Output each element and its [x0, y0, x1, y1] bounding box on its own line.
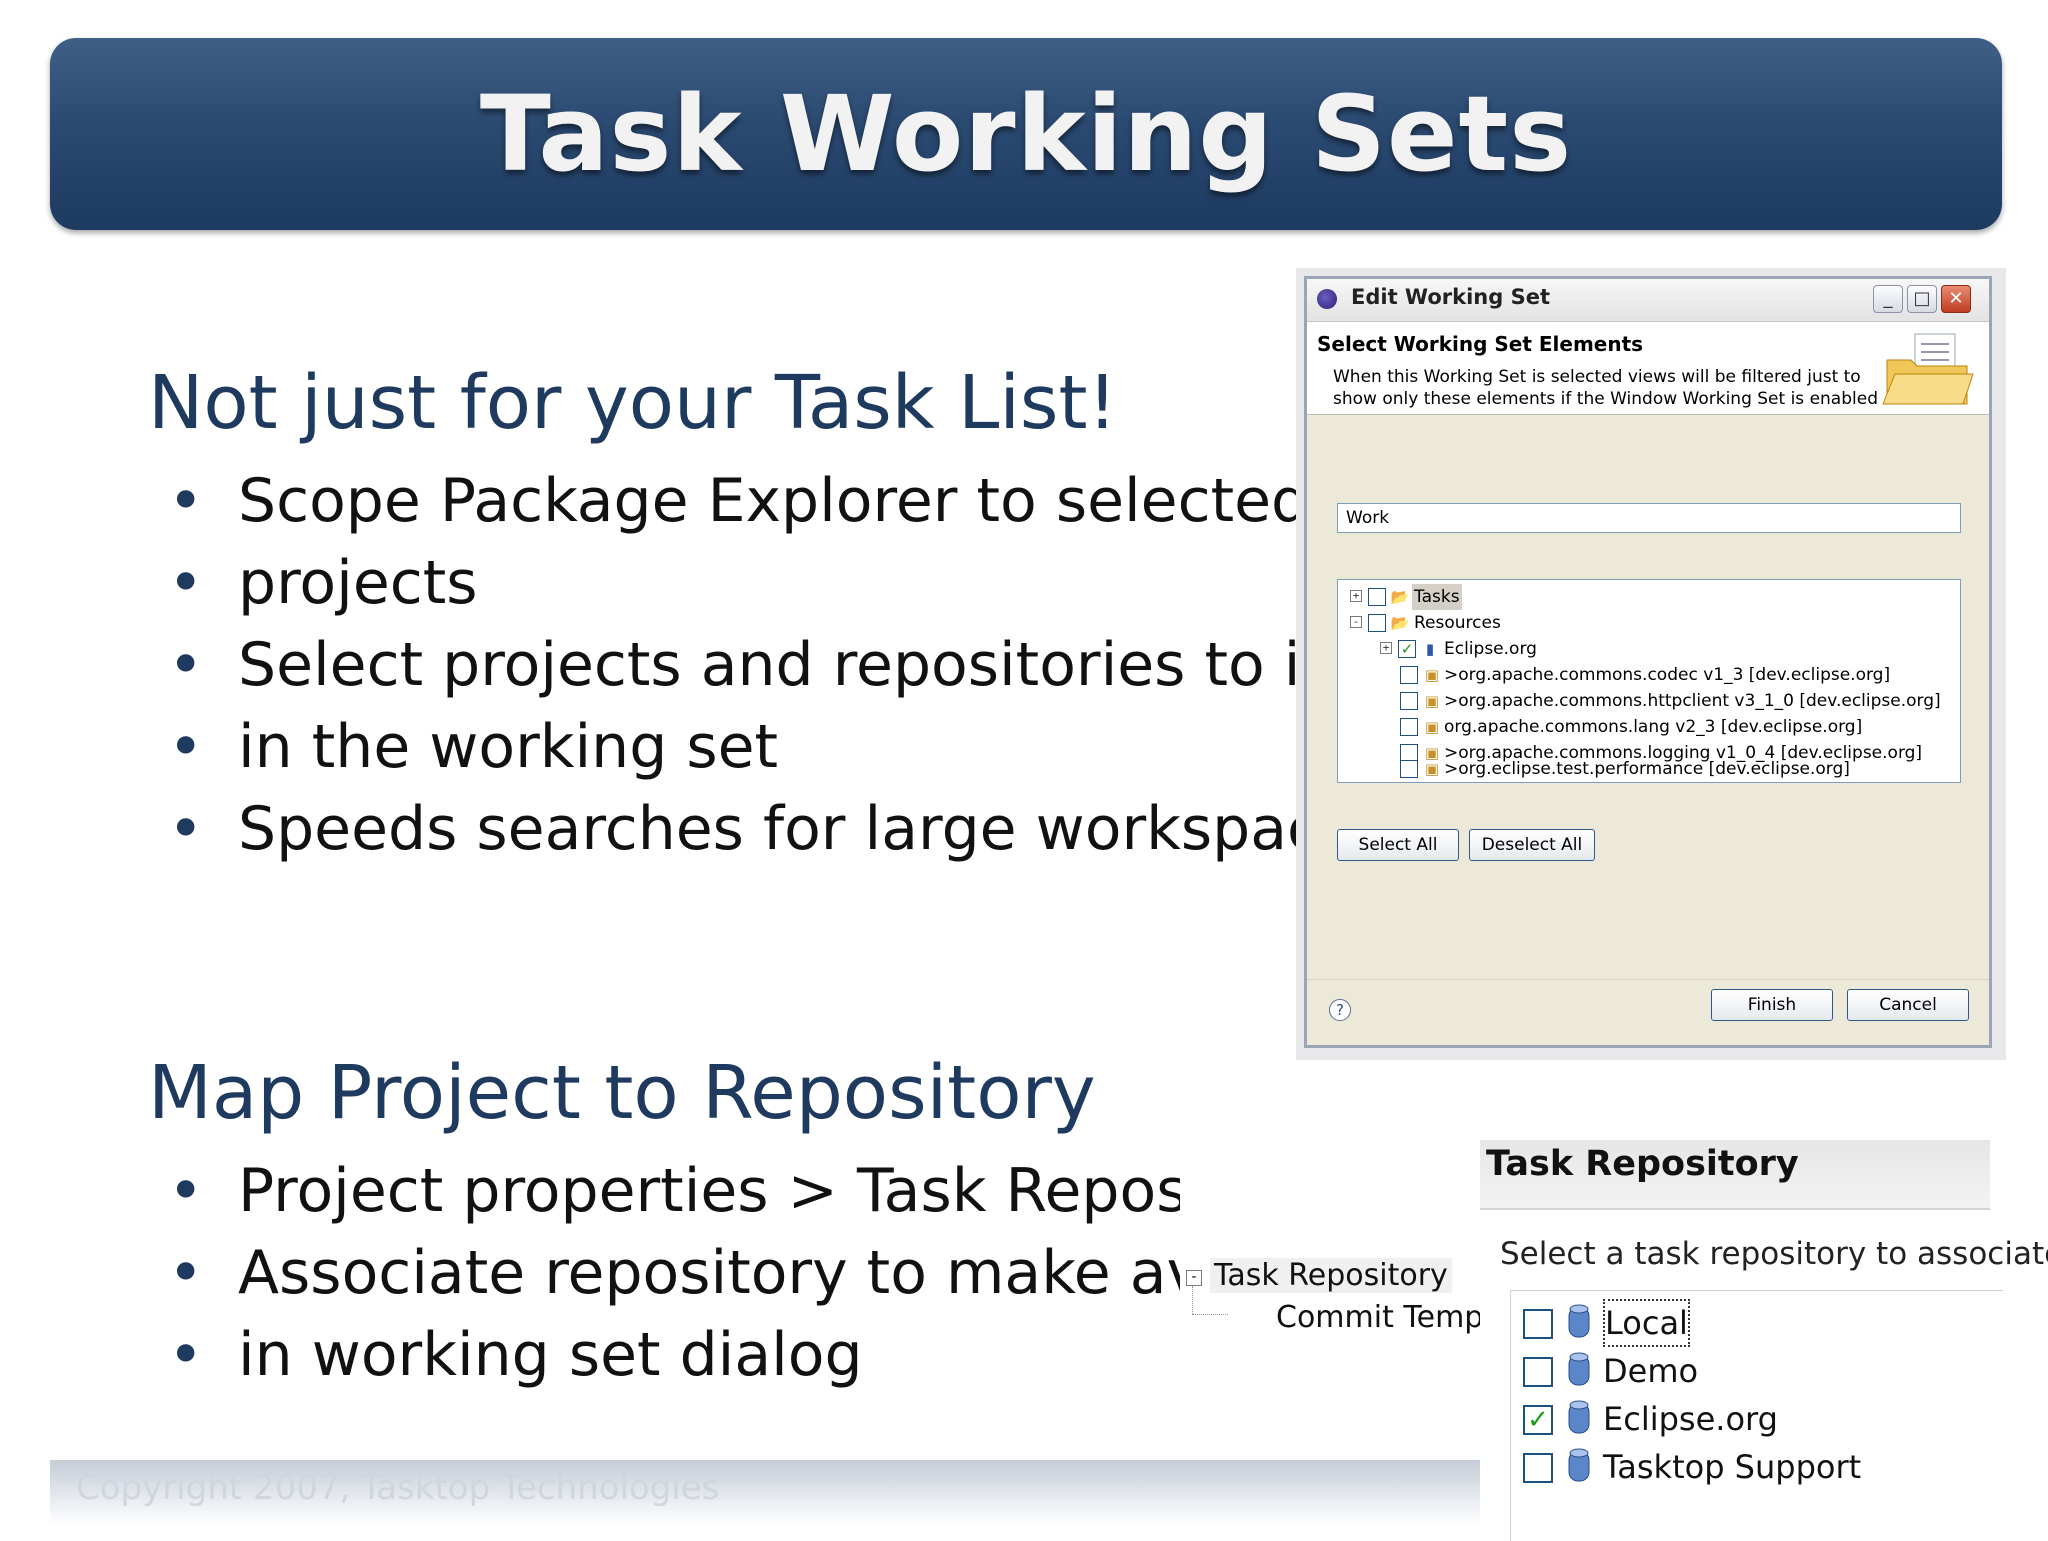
repository-row-demo[interactable]: Demo	[1511, 1347, 1991, 1395]
minimize-icon[interactable]: _	[1873, 285, 1903, 313]
repository-checkbox-checked[interactable]: ✓	[1523, 1405, 1553, 1435]
repository-icon	[1568, 1400, 1590, 1434]
repository-checkbox[interactable]	[1523, 1453, 1553, 1483]
repository-panel-description: Select a task repository to associate	[1500, 1236, 2048, 1272]
bullet-item: Scope Package Explorer to selected	[168, 460, 1300, 542]
deselect-all-button[interactable]: Deselect All	[1469, 829, 1595, 861]
repository-list[interactable]: Local Demo ✓ Eclipse.org Tasktop Support	[1510, 1290, 2003, 1541]
eclipse-icon	[1317, 289, 1337, 309]
tree-checkbox[interactable]	[1368, 614, 1386, 632]
edit-working-set-dialog: Edit Working Set _ □ ✕ Select Working Se…	[1304, 276, 1992, 1048]
working-set-contents-tree[interactable]: + 📂 Tasks - 📂 Resources + ✓ ▮ Eclipse.or…	[1337, 579, 1961, 783]
tree-checkbox[interactable]	[1400, 718, 1418, 736]
dialog-header: Select Working Set Elements When this Wo…	[1307, 322, 1989, 415]
tree-label: Resources	[1414, 613, 1501, 633]
repository-panel-header: Task Repository	[1480, 1140, 1990, 1210]
tree-label: org.apache.commons.lang v2_3 [dev.eclips…	[1444, 717, 1863, 737]
tree-checkbox[interactable]	[1400, 666, 1418, 684]
repository-checkbox[interactable]	[1523, 1309, 1553, 1339]
section-bullets-clip: Project properties > Task Repository Ass…	[150, 1150, 1180, 1420]
tree-label: >org.apache.commons.codec v1_3 [dev.ecli…	[1444, 665, 1891, 685]
collapse-icon[interactable]: -	[1186, 1270, 1202, 1286]
section-heading-map-project: Map Project to Repository	[148, 1050, 1096, 1136]
tree-checkbox-checked[interactable]: ✓	[1398, 640, 1416, 658]
repository-row-eclipse-org[interactable]: ✓ Eclipse.org	[1511, 1395, 1991, 1443]
working-set-icon: 📂	[1390, 588, 1410, 606]
bullet-continuation-text: projects	[238, 548, 478, 618]
properties-tree: - Task Repository Commit Template	[1180, 1250, 1540, 1340]
maximize-icon[interactable]: □	[1907, 285, 1937, 313]
repository-label: Tasktop Support	[1603, 1448, 1862, 1486]
tree-label: >org.apache.commons.httpclient v3_1_0 [d…	[1444, 691, 1941, 711]
repository-icon	[1568, 1304, 1590, 1338]
project-icon: ▣	[1424, 718, 1440, 736]
section-heading-working-sets: Not just for your Task List!	[148, 360, 1118, 446]
repository-icon	[1568, 1448, 1590, 1482]
tree-row-project[interactable]: ▣ >org.eclipse.test.performance [dev.ecl…	[1338, 756, 1958, 782]
copyright-text: Copyright 2007, Tasktop Technologies	[76, 1468, 720, 1508]
dialog-title: Edit Working Set	[1351, 285, 1550, 309]
expand-icon[interactable]: +	[1350, 590, 1362, 602]
bullet-list-map-project: Project properties > Task Repository Ass…	[168, 1150, 1180, 1396]
tree-checkbox[interactable]	[1400, 760, 1418, 778]
cancel-button[interactable]: Cancel	[1847, 989, 1969, 1021]
repository-row-local[interactable]: Local	[1511, 1299, 1991, 1347]
dialog-screenshot-frame: Edit Working Set _ □ ✕ Select Working Se…	[1296, 268, 2006, 1060]
dialog-separator	[1307, 979, 1989, 980]
close-icon[interactable]: ✕	[1941, 285, 1971, 313]
dialog-description: When this Working Set is selected views …	[1333, 367, 1878, 409]
bullet-continuation: in working set dialog	[168, 1314, 1180, 1396]
bullet-item: Associate repository to make available	[168, 1232, 1180, 1314]
project-icon: ▣	[1424, 760, 1440, 778]
tree-row-project[interactable]: ▣ >org.apache.commons.httpclient v3_1_0 …	[1338, 688, 1958, 714]
dialog-titlebar[interactable]: Edit Working Set _ □ ✕	[1307, 279, 1989, 322]
help-icon[interactable]: ?	[1329, 999, 1351, 1021]
tree-label: Tasks	[1412, 584, 1462, 610]
folder-icon	[1882, 333, 1974, 405]
repository-icon	[1568, 1352, 1590, 1386]
tree-checkbox[interactable]	[1400, 692, 1418, 710]
project-icon: ▣	[1424, 666, 1440, 684]
tree-label: Eclipse.org	[1444, 639, 1537, 659]
bullet-list-working-sets: Scope Package Explorer to selected proje…	[168, 460, 1300, 870]
tree-guide-line	[1192, 1314, 1228, 1315]
section-bullets-clip: Scope Package Explorer to selected proje…	[150, 460, 1300, 920]
repository-checkbox[interactable]	[1523, 1357, 1553, 1387]
working-set-icon: 📂	[1390, 614, 1410, 632]
dialog-header-title: Select Working Set Elements	[1317, 332, 1644, 356]
tree-guide-line	[1192, 1286, 1193, 1314]
tree-row-resources[interactable]: - 📂 Resources	[1338, 610, 1938, 636]
bullet-continuation: in the working set	[168, 706, 1300, 788]
repository-label: Eclipse.org	[1603, 1400, 1778, 1438]
bullet-continuation-text: in the working set	[238, 712, 779, 782]
bullet-continuation: projects	[168, 542, 1300, 624]
expand-icon[interactable]: +	[1380, 642, 1392, 654]
repository-icon: ▮	[1425, 640, 1435, 658]
repository-panel-title: Task Repository	[1486, 1144, 1799, 1184]
bullet-item: Speeds searches for large workspaces	[168, 788, 1300, 870]
bullet-item: Project properties > Task Repository	[168, 1150, 1180, 1232]
bullet-continuation-text: in working set dialog	[238, 1320, 863, 1390]
tree-row-project[interactable]: ▣ >org.apache.commons.codec v1_3 [dev.ec…	[1338, 662, 1958, 688]
repository-label: Local	[1603, 1299, 1690, 1347]
tree-checkbox[interactable]	[1368, 588, 1386, 606]
repository-label: Demo	[1603, 1352, 1699, 1390]
select-all-button[interactable]: Select All	[1337, 829, 1459, 861]
title-banner: Task Working Sets	[50, 38, 2002, 230]
tree-row-tasks[interactable]: + 📂 Tasks	[1338, 584, 1938, 610]
property-item-task-repository[interactable]: Task Repository	[1210, 1258, 1452, 1293]
bullet-item: Select projects and repositories to incl…	[168, 624, 1300, 706]
tree-row-project[interactable]: ▣ org.apache.commons.lang v2_3 [dev.ecli…	[1338, 714, 1958, 740]
project-icon: ▣	[1424, 692, 1440, 710]
slide-title: Task Working Sets	[479, 73, 1573, 195]
collapse-icon[interactable]: -	[1350, 616, 1362, 628]
working-set-name-input[interactable]	[1337, 503, 1961, 533]
tree-label: >org.eclipse.test.performance [dev.eclip…	[1444, 759, 1850, 779]
finish-button[interactable]: Finish	[1711, 989, 1833, 1021]
repository-row-tasktop-support[interactable]: Tasktop Support	[1511, 1443, 1991, 1491]
tree-row-eclipse-org[interactable]: + ✓ ▮ Eclipse.org	[1338, 636, 1938, 662]
task-repository-panel: Task Repository Select a task repository…	[1480, 1140, 2048, 1541]
